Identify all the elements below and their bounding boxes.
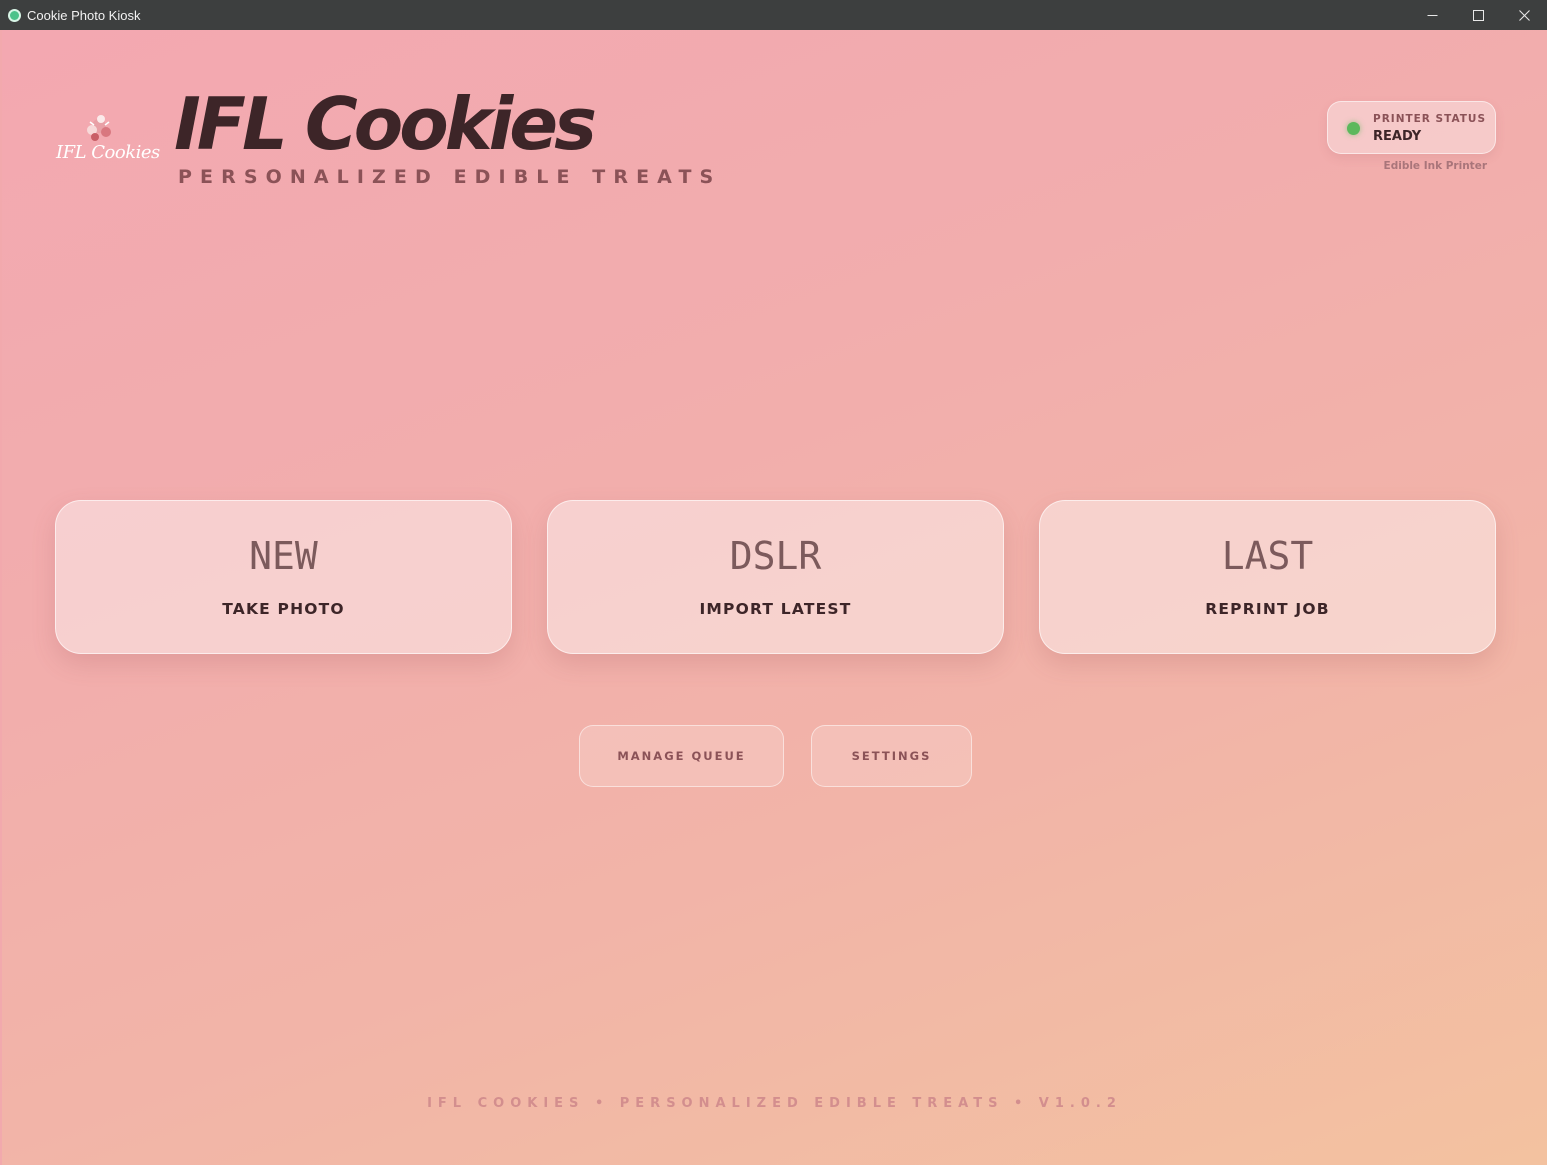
app-icon	[8, 8, 21, 22]
window-controls	[1409, 0, 1547, 30]
title-bar[interactable]: Cookie Photo Kiosk	[0, 0, 1547, 30]
printer-status-value: READY	[1373, 129, 1422, 144]
card-label: TAKE PHOTO	[222, 600, 345, 618]
card-label: IMPORT LATEST	[699, 600, 852, 618]
brand-logo: IFL Cookies	[54, 110, 160, 172]
import-latest-button[interactable]: DSLR IMPORT LATEST	[547, 500, 1004, 654]
reprint-job-button[interactable]: LAST REPRINT JOB	[1039, 500, 1496, 654]
take-photo-button[interactable]: NEW TAKE PHOTO	[55, 500, 512, 654]
logo-text: IFL Cookies	[56, 142, 160, 163]
printer-status-label: PRINTER STATUS	[1373, 113, 1487, 125]
card-title: NEW	[249, 534, 318, 578]
close-icon[interactable]	[1501, 0, 1547, 30]
card-title: DSLR	[729, 534, 822, 578]
brand-title: IFL Cookies	[174, 82, 597, 166]
printer-name: Edible Ink Printer	[1383, 160, 1487, 172]
manage-queue-button[interactable]: MANAGE QUEUE	[579, 725, 784, 787]
settings-button[interactable]: SETTINGS	[811, 725, 972, 787]
maximize-icon[interactable]	[1455, 0, 1501, 30]
printer-status-badge: PRINTER STATUS READY	[1327, 101, 1496, 154]
minimize-icon[interactable]	[1409, 0, 1455, 30]
window-title: Cookie Photo Kiosk	[27, 7, 141, 23]
kiosk-home: IFL Cookies IFL Cookies PERSONALIZED EDI…	[2, 30, 1547, 1165]
footer-text: IFL COOKIES • PERSONALIZED EDIBLE TREATS…	[427, 1096, 1122, 1111]
brand-subtitle: PERSONALIZED EDIBLE TREATS	[178, 166, 722, 188]
app-window: Cookie Photo Kiosk IFL Cookies IFL Cooki…	[0, 0, 1547, 1165]
card-label: REPRINT JOB	[1205, 600, 1330, 618]
status-dot-icon	[1347, 122, 1360, 135]
card-title: LAST	[1221, 534, 1314, 578]
